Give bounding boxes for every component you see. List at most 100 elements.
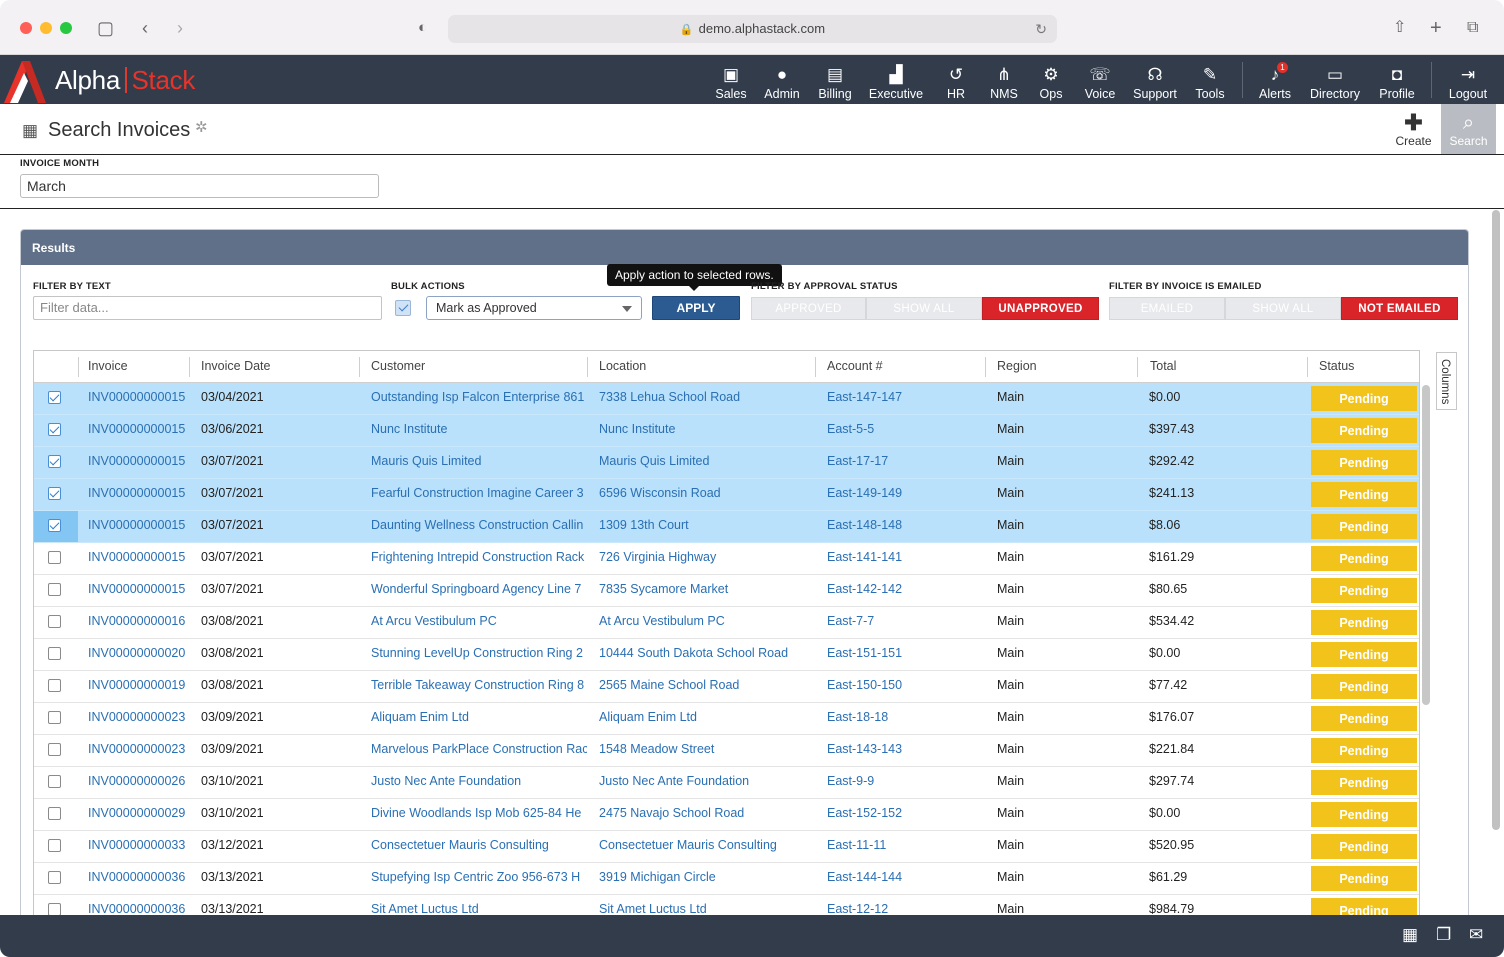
- account-link[interactable]: East-141-141: [827, 543, 977, 574]
- invoice-link[interactable]: INV00000000019: [88, 671, 186, 702]
- columns-tab[interactable]: Columns: [1436, 352, 1457, 410]
- location-link[interactable]: 2565 Maine School Road: [599, 671, 811, 702]
- notes-icon[interactable]: ❐: [1436, 925, 1451, 945]
- approval-show-all-toggle[interactable]: SHOW ALL: [866, 297, 982, 320]
- share-icon[interactable]: ⇧: [1393, 18, 1406, 38]
- row-checkbox[interactable]: [48, 839, 61, 852]
- row-checkbox[interactable]: [48, 711, 61, 724]
- col-status[interactable]: Status: [1307, 351, 1354, 383]
- account-link[interactable]: East-148-148: [827, 511, 977, 542]
- customer-link[interactable]: Stunning LevelUp Construction Ring 2: [371, 639, 587, 670]
- back-icon[interactable]: ‹: [142, 18, 148, 38]
- location-link[interactable]: Consectetuer Mauris Consulting: [599, 831, 811, 862]
- col-location[interactable]: Location: [587, 351, 646, 383]
- customer-link[interactable]: Justo Nec Ante Foundation: [371, 767, 587, 798]
- tab-overview-icon[interactable]: ⧉: [1467, 18, 1478, 38]
- forward-icon[interactable]: ›: [177, 18, 183, 38]
- invoice-link[interactable]: INV00000000015: [88, 479, 186, 510]
- customer-link[interactable]: Divine Woodlands Isp Mob 625-84 He: [371, 799, 587, 830]
- row-checkbox[interactable]: [48, 423, 61, 436]
- customer-link[interactable]: Aliquam Enim Ltd: [371, 703, 587, 734]
- grid-scrollbar[interactable]: [1422, 385, 1430, 705]
- nav-nms[interactable]: ⋔ NMS: [983, 55, 1025, 104]
- nav-directory[interactable]: ▭ Directory: [1304, 55, 1366, 104]
- nav-profile[interactable]: ◘ Profile: [1372, 55, 1422, 104]
- col-customer[interactable]: Customer: [359, 351, 425, 383]
- customer-link[interactable]: Consectetuer Mauris Consulting: [371, 831, 587, 862]
- row-checkbox[interactable]: [48, 871, 61, 884]
- table-row[interactable]: INV00000000026 03/10/2021 Justo Nec Ante F…: [34, 767, 1419, 799]
- row-checkbox[interactable]: [48, 743, 61, 756]
- row-checkbox[interactable]: [48, 615, 61, 628]
- location-link[interactable]: 1309 13th Court: [599, 511, 811, 542]
- new-tab-icon[interactable]: +: [1430, 18, 1442, 38]
- chat-icon[interactable]: ✉: [1469, 925, 1483, 945]
- location-link[interactable]: 7835 Sycamore Market: [599, 575, 811, 606]
- customer-link[interactable]: Frightening Intrepid Construction Rack: [371, 543, 587, 574]
- location-link[interactable]: 3919 Michigan Circle: [599, 863, 811, 894]
- emailed-emailed-toggle[interactable]: EMAILED: [1109, 297, 1225, 320]
- nav-executive[interactable]: ▟ Executive: [864, 55, 928, 104]
- approval-unapproved-toggle[interactable]: UNAPPROVED: [982, 297, 1099, 320]
- reload-icon[interactable]: ↻: [1035, 15, 1047, 43]
- account-link[interactable]: East-143-143: [827, 735, 977, 766]
- table-row[interactable]: INV00000000016 03/08/2021 At Arcu Vestibul…: [34, 607, 1419, 639]
- account-link[interactable]: East-147-147: [827, 383, 977, 414]
- nav-hr[interactable]: ↺ HR: [938, 55, 974, 104]
- row-checkbox[interactable]: [48, 455, 61, 468]
- account-link[interactable]: East-152-152: [827, 799, 977, 830]
- approval-approved-toggle[interactable]: APPROVED: [751, 297, 866, 320]
- address-bar[interactable]: 🔒 demo.alphastack.com ↻: [448, 15, 1057, 43]
- customer-link[interactable]: Outstanding Isp Falcon Enterprise 861: [371, 383, 587, 414]
- table-row[interactable]: INV00000000020 03/08/2021 Stunning LevelUp…: [34, 639, 1419, 671]
- col-region[interactable]: Region: [985, 351, 1037, 383]
- location-link[interactable]: 10444 South Dakota School Road: [599, 639, 811, 670]
- table-row[interactable]: INV00000000015 03/07/2021 Fearful Construc…: [34, 479, 1419, 511]
- table-row[interactable]: INV00000000019 03/08/2021 Terrible Takeawa…: [34, 671, 1419, 703]
- apply-button[interactable]: APPLY: [652, 296, 740, 320]
- location-link[interactable]: At Arcu Vestibulum PC: [599, 607, 811, 638]
- invoice-link[interactable]: INV00000000029: [88, 799, 186, 830]
- location-link[interactable]: Nunc Institute: [599, 415, 811, 446]
- minimize-window-button[interactable]: [40, 22, 52, 34]
- location-link[interactable]: Justo Nec Ante Foundation: [599, 767, 811, 798]
- invoice-link[interactable]: INV00000000026: [88, 767, 186, 798]
- invoice-link[interactable]: INV00000000015: [88, 447, 186, 478]
- search-button[interactable]: ⌕ Search: [1441, 104, 1496, 154]
- row-checkbox[interactable]: [48, 583, 61, 596]
- table-row[interactable]: INV00000000015 03/04/2021 Outstanding Isp …: [34, 383, 1419, 415]
- account-link[interactable]: East-17-17: [827, 447, 977, 478]
- select-all-checkbox[interactable]: [395, 300, 411, 316]
- customer-link[interactable]: Nunc Institute: [371, 415, 587, 446]
- row-checkbox[interactable]: [48, 391, 61, 404]
- customer-link[interactable]: Terrible Takeaway Construction Ring 8: [371, 671, 587, 702]
- sidebar-toggle-icon[interactable]: ▢: [97, 18, 114, 38]
- row-checkbox[interactable]: [48, 519, 61, 532]
- invoice-link[interactable]: INV00000000023: [88, 735, 186, 766]
- table-row[interactable]: INV00000000015 03/07/2021 Wonderful Spring…: [34, 575, 1419, 607]
- invoice-link[interactable]: INV00000000020: [88, 639, 186, 670]
- account-link[interactable]: East-7-7: [827, 607, 977, 638]
- row-checkbox[interactable]: [48, 807, 61, 820]
- location-link[interactable]: 2475 Navajo School Road: [599, 799, 811, 830]
- customer-link[interactable]: Stupefying Isp Centric Zoo 956-673 H: [371, 863, 587, 894]
- invoice-link[interactable]: INV00000000015: [88, 575, 186, 606]
- customer-link[interactable]: Wonderful Springboard Agency Line 7: [371, 575, 587, 606]
- close-window-button[interactable]: [20, 22, 32, 34]
- nav-voice[interactable]: ☏ Voice: [1078, 55, 1122, 104]
- customer-link[interactable]: Marvelous ParkPlace Construction Rac: [371, 735, 587, 766]
- favorite-gear-icon[interactable]: ✲: [195, 118, 208, 136]
- account-link[interactable]: East-149-149: [827, 479, 977, 510]
- nav-support[interactable]: ☊ Support: [1128, 55, 1182, 104]
- table-row[interactable]: INV00000000033 03/12/2021 Consectetuer Mau…: [34, 831, 1419, 863]
- table-row[interactable]: INV00000000015 03/07/2021 Daunting Wellnes…: [34, 511, 1419, 543]
- invoice-link[interactable]: INV00000000015: [88, 415, 186, 446]
- table-row[interactable]: INV00000000015 03/06/2021 Nunc Institute Nu…: [34, 415, 1419, 447]
- privacy-shield-icon[interactable]: ◐: [418, 18, 427, 38]
- nav-tools[interactable]: ✎ Tools: [1188, 55, 1232, 104]
- invoice-link[interactable]: INV00000000036: [88, 863, 186, 894]
- table-row[interactable]: INV00000000015 03/07/2021 Frightening Intr…: [34, 543, 1419, 575]
- account-link[interactable]: East-142-142: [827, 575, 977, 606]
- col-invoice[interactable]: Invoice: [76, 351, 128, 383]
- account-link[interactable]: East-144-144: [827, 863, 977, 894]
